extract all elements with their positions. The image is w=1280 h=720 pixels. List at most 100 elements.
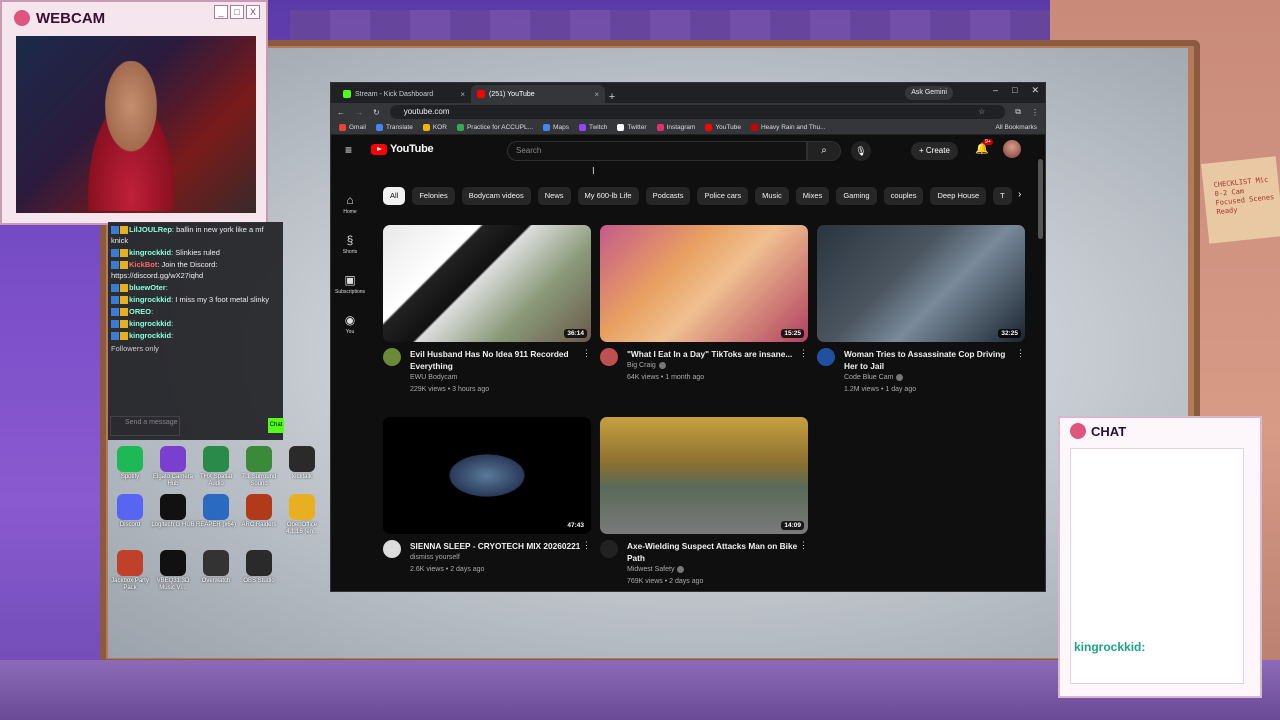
tab-kick-dashboard[interactable]: Stream - Kick Dashboard ×	[337, 85, 471, 103]
maximize-button[interactable]: □	[230, 5, 244, 19]
channel-avatar[interactable]	[383, 540, 401, 558]
channel-avatar[interactable]	[817, 348, 835, 366]
video-thumbnail[interactable]: 47:43	[383, 417, 591, 534]
filter-chip[interactable]: Podcasts	[645, 187, 691, 205]
tab-close-icon[interactable]: ×	[460, 90, 465, 99]
chevron-right-icon[interactable]: ›	[1018, 189, 1021, 200]
chat-message-input[interactable]: Send a message	[110, 416, 180, 436]
bookmark-item[interactable]: Instagram	[656, 124, 695, 131]
desktop-icon[interactable]: REAPER (x64)	[194, 494, 238, 529]
close-button[interactable]: X	[246, 5, 260, 19]
bookmark-item[interactable]: Twitch	[578, 124, 607, 131]
address-bar[interactable]: youtube.com ☆	[389, 105, 1006, 119]
video-title[interactable]: SIENNA SLEEP - CRYOTECH MIX 20260221	[410, 540, 591, 552]
extensions-icon[interactable]: ⧉	[1015, 107, 1021, 117]
sidenav-item-home[interactable]: ⌂ Home	[331, 193, 369, 215]
filter-chip[interactable]: My 600-lb Life	[577, 187, 639, 205]
filter-chip[interactable]: Mixes	[795, 187, 830, 205]
channel-name[interactable]: EWU Bodycam	[410, 372, 591, 384]
desktop-icon[interactable]: Jackbox Party Pack	[108, 550, 152, 592]
desktop-icon[interactable]: THX Spatial Audio	[194, 446, 238, 488]
hamburger-menu-icon[interactable]: ≡	[345, 143, 352, 157]
youtube-logo[interactable]: YouTube	[371, 143, 434, 155]
ask-gemini-button[interactable]: Ask Gemini	[905, 86, 953, 100]
bookmark-item[interactable]: YouTube	[705, 124, 741, 131]
bookmark-item[interactable]: Heavy Rain and Thu...	[750, 124, 826, 131]
sidenav-item-shorts[interactable]: § Shorts	[331, 233, 369, 255]
video-card[interactable]: 36:14 Evil Husband Has No Idea 911 Record…	[383, 225, 591, 396]
desktop-icon[interactable]: 7.1 Surround Sound	[237, 446, 281, 488]
filter-chip[interactable]: Music	[755, 187, 789, 205]
filter-chip[interactable]: couples	[883, 187, 924, 205]
more-options-icon[interactable]: ⋮	[582, 348, 591, 359]
channel-name[interactable]: Midwest Safety	[627, 564, 808, 576]
video-card[interactable]: 47:43 SIENNA SLEEP - CRYOTECH MIX 2026022…	[383, 417, 591, 576]
close-icon[interactable]: ✕	[1031, 85, 1039, 96]
more-options-icon[interactable]: ⋮	[799, 540, 808, 551]
video-card[interactable]: 14:09 Axe-Wielding Suspect Attacks Man on…	[600, 417, 808, 588]
more-options-icon[interactable]: ⋮	[582, 540, 591, 551]
sidenav-item-you[interactable]: ◉ You	[331, 313, 369, 335]
desktop-icon[interactable]: Overwatch	[194, 550, 238, 585]
desktop-icon[interactable]: ARC Raiders	[237, 494, 281, 529]
channel-name[interactable]: Big Craig	[627, 360, 808, 372]
desktop-icon[interactable]: kicktalk	[280, 446, 324, 481]
video-thumbnail[interactable]: 32:25	[817, 225, 1025, 342]
desktop-icon[interactable]: Logitech G HUB	[151, 494, 195, 529]
desktop-icon[interactable]: VBEQ31 3D Music Vi...	[151, 550, 195, 592]
filter-chip[interactable]: Felonies	[412, 187, 455, 205]
video-title[interactable]: Woman Tries to Assassinate Cop Driving H…	[844, 348, 1025, 372]
video-title[interactable]: "What I Eat In a Day" TikToks are insane…	[627, 348, 808, 360]
more-options-icon[interactable]: ⋮	[799, 348, 808, 359]
bookmark-item[interactable]: Gmail	[339, 124, 366, 131]
video-thumbnail[interactable]: 14:09	[600, 417, 808, 534]
menu-icon[interactable]: ⋮	[1031, 108, 1039, 117]
desktop-icon[interactable]: Discord	[108, 494, 152, 529]
new-tab-button[interactable]: +	[605, 91, 619, 103]
video-title[interactable]: Evil Husband Has No Idea 911 Recorded Ev…	[410, 348, 591, 372]
bookmark-item[interactable]: Twitter	[617, 124, 647, 131]
minimize-icon[interactable]: –	[993, 85, 998, 96]
tab-youtube[interactable]: (251) YouTube ×	[471, 85, 605, 103]
filter-chip[interactable]: All	[383, 187, 406, 205]
bookmark-item[interactable]: Maps	[543, 124, 569, 131]
channel-name[interactable]: dismiss yourself	[410, 552, 591, 564]
all-bookmarks-button[interactable]: All Bookmarks	[995, 124, 1037, 131]
desktop-icon[interactable]: OpenOffice 4.1.16 (en...	[280, 494, 324, 536]
tab-close-icon[interactable]: ×	[594, 90, 599, 99]
video-thumbnail[interactable]: 15:25	[600, 225, 808, 342]
account-avatar[interactable]	[1003, 140, 1021, 158]
filter-chip[interactable]: News	[537, 187, 571, 205]
video-title[interactable]: Axe-Wielding Suspect Attacks Man on Bike…	[627, 540, 808, 564]
search-button[interactable]: ⌕	[807, 141, 841, 161]
back-icon[interactable]: ←	[337, 108, 345, 117]
more-options-icon[interactable]: ⋮	[1016, 348, 1025, 359]
create-button[interactable]: + Create	[911, 142, 958, 160]
channel-avatar[interactable]	[600, 348, 618, 366]
video-card[interactable]: 32:25 Woman Tries to Assassinate Cop Driv…	[817, 225, 1025, 396]
desktop-icon[interactable]: OBS Studio	[237, 550, 281, 585]
forward-icon[interactable]: →	[355, 108, 363, 117]
filter-chip[interactable]: Gaming	[836, 187, 877, 205]
sidenav-item-subscriptions[interactable]: ▣ Subscriptions	[331, 273, 369, 295]
channel-avatar[interactable]	[383, 348, 401, 366]
chat-send-button[interactable]: Chat	[268, 418, 284, 433]
channel-avatar[interactable]	[600, 540, 618, 558]
reload-icon[interactable]: ↻	[373, 108, 380, 117]
filter-chip[interactable]: Bodycam videos	[461, 187, 531, 205]
search-input[interactable]: Search	[507, 141, 807, 161]
filter-chip[interactable]: Deep House	[930, 187, 987, 205]
minimize-button[interactable]: _	[214, 5, 228, 19]
bookmark-item[interactable]: Practice for ACCUPL...	[456, 124, 533, 131]
desktop-icon[interactable]: Spotify	[108, 446, 152, 481]
scrollbar[interactable]	[1038, 159, 1043, 239]
bookmark-star-icon[interactable]: ☆	[978, 105, 985, 119]
bookmark-item[interactable]: Translate	[375, 124, 413, 131]
maximize-icon[interactable]: □	[1012, 85, 1017, 96]
filter-chip[interactable]: T	[993, 187, 1012, 205]
video-card[interactable]: 15:25 "What I Eat In a Day" TikToks are i…	[600, 225, 808, 384]
channel-name[interactable]: Code Blue Cam	[844, 372, 1025, 384]
voice-search-icon[interactable]: 🎙	[851, 141, 871, 161]
desktop-icon[interactable]: Elgato Camera Hub	[151, 446, 195, 488]
bookmark-item[interactable]: KOR	[422, 124, 447, 131]
